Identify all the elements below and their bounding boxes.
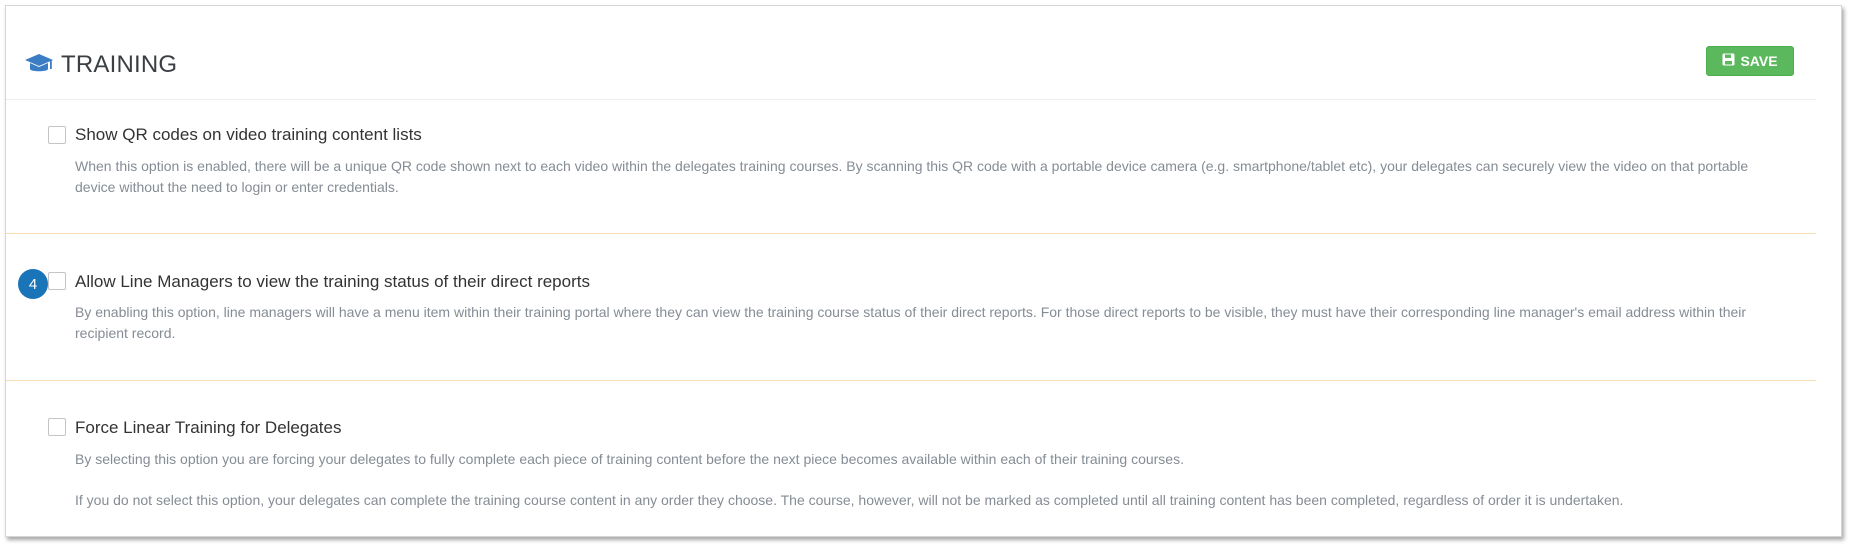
option-qr-codes: Show QR codes on video training content … xyxy=(6,100,1816,234)
qr-codes-checkbox[interactable] xyxy=(48,126,66,144)
training-settings-panel: TRAINING SAVE Show QR codes on video tra… xyxy=(5,5,1842,537)
page-title: TRAINING xyxy=(61,51,178,78)
save-button[interactable]: SAVE xyxy=(1706,46,1794,76)
step-badge: 4 xyxy=(18,269,48,299)
qr-codes-description: When this option is enabled, there will … xyxy=(75,158,1749,195)
panel-header: TRAINING SAVE xyxy=(6,6,1816,100)
qr-codes-label: Show QR codes on video training content … xyxy=(75,125,422,144)
floppy-disk-icon xyxy=(1722,53,1740,69)
option-linear-training: Force Linear Training for Delegates By s… xyxy=(6,381,1816,531)
linear-training-label: Force Linear Training for Delegates xyxy=(75,418,342,437)
line-managers-checkbox[interactable] xyxy=(48,272,66,290)
linear-training-description: By selecting this option you are forcing… xyxy=(75,451,1184,467)
graduation-cap-icon xyxy=(24,53,54,75)
option-line-managers: Allow Line Managers to view the training… xyxy=(6,234,1816,381)
save-button-label: SAVE xyxy=(1740,53,1778,69)
line-managers-label: Allow Line Managers to view the training… xyxy=(75,272,590,291)
linear-training-checkbox[interactable] xyxy=(48,418,66,436)
line-managers-description: By enabling this option, line managers w… xyxy=(75,304,1747,341)
linear-training-description-2: If you do not select this option, your d… xyxy=(75,492,1624,508)
